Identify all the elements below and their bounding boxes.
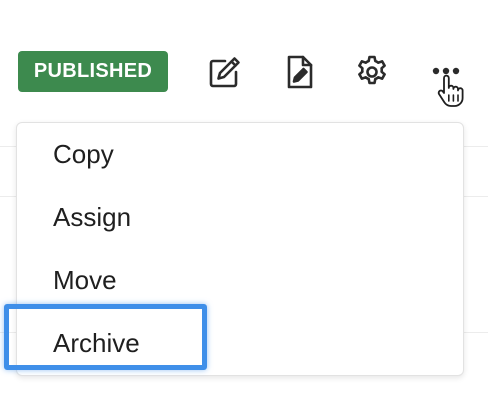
menu-item-copy[interactable]: Copy bbox=[17, 123, 463, 185]
gear-icon bbox=[358, 55, 386, 85]
more-options-menu: Copy Assign Move Archive bbox=[16, 122, 464, 376]
menu-item-move[interactable]: Move bbox=[17, 249, 463, 311]
edit-icon bbox=[209, 57, 240, 88]
edit-button[interactable] bbox=[205, 52, 245, 92]
document-edit-button[interactable] bbox=[280, 52, 320, 92]
menu-item-archive[interactable]: Archive bbox=[17, 312, 463, 374]
page: PUBLISHED Copy Assign Move Archive bbox=[0, 0, 488, 398]
settings-button[interactable] bbox=[352, 52, 392, 92]
status-badge: PUBLISHED bbox=[18, 51, 168, 92]
pointer-cursor-icon bbox=[437, 74, 464, 107]
document-edit-icon bbox=[287, 55, 313, 89]
menu-item-assign[interactable]: Assign bbox=[17, 186, 463, 248]
